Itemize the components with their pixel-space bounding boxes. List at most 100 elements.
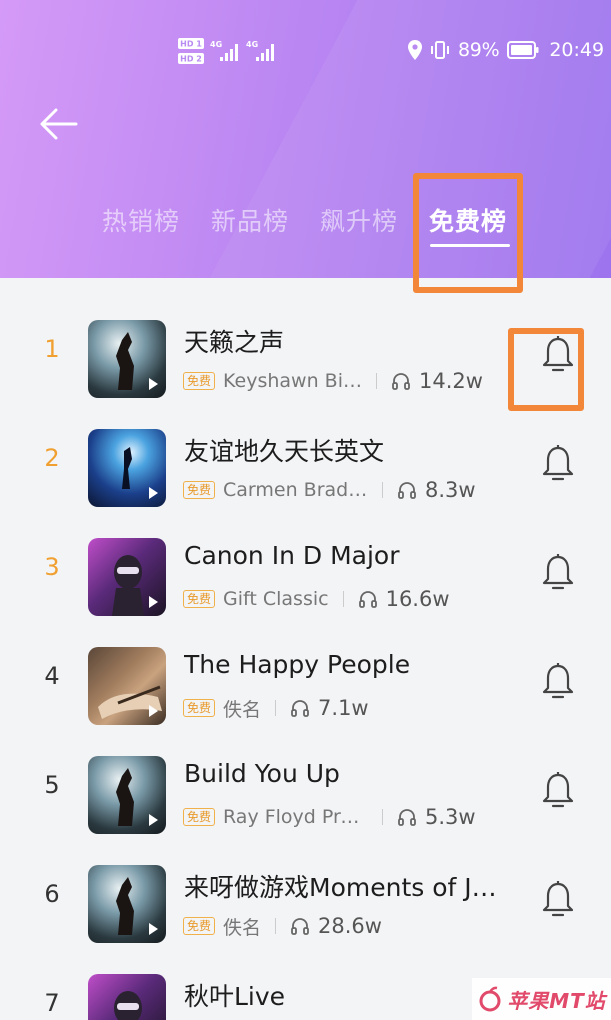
song-title: 天籁之声 <box>184 328 285 357</box>
play-count: 14.2w <box>391 369 483 393</box>
svg-text:HD 1: HD 1 <box>180 40 202 49</box>
cover-image <box>88 647 166 725</box>
free-badge: 免费 <box>183 481 216 499</box>
apple-logo-icon <box>479 986 501 1012</box>
cover-image <box>88 429 166 507</box>
song-meta: 免费 Ray Floyd Pro… 5.3w <box>183 804 476 830</box>
play-icon <box>149 378 158 390</box>
play-count: 28.6w <box>290 914 382 938</box>
svg-text:4G: 4G <box>210 40 222 49</box>
song-meta: 免费 Carmen Bradf… 8.3w <box>183 477 476 503</box>
headphones-icon <box>291 700 309 717</box>
list-item[interactable]: 5 Build You Up 免费 Ray Floyd Pro… 5.3w <box>0 741 611 850</box>
play-count-value: 16.6w <box>385 587 450 611</box>
signal-group: HD 1 HD 2 4G 4G <box>178 36 288 66</box>
svg-text:HD 2: HD 2 <box>180 55 202 64</box>
bell-icon <box>542 554 574 590</box>
cover-image <box>88 756 166 834</box>
song-title: 来呀做游戏Moments of J… <box>184 873 497 902</box>
play-count-value: 14.2w <box>418 369 483 393</box>
signal-1-icon: 4G <box>210 40 238 61</box>
battery-percent: 89% <box>458 39 500 61</box>
list-item[interactable]: 3 Canon In D Major 免费 Gift Classic 16.6w <box>0 523 611 632</box>
artist-name: 佚名 <box>223 698 262 721</box>
headphones-icon <box>398 482 416 499</box>
hd2-icon: HD 2 <box>178 53 204 64</box>
location-icon <box>408 40 422 60</box>
rank-number: 4 <box>44 662 60 690</box>
artist-name: 佚名 <box>223 916 262 939</box>
play-count: 5.3w <box>397 805 476 829</box>
highlight-box-tab <box>413 173 523 293</box>
list-item[interactable]: 6 来呀做游戏Moments of J… 免费 佚名 28.6w <box>0 850 611 959</box>
play-count-value: 5.3w <box>425 805 476 829</box>
vibrate-icon <box>431 41 449 59</box>
artist-name: Gift Classic <box>223 588 329 610</box>
song-title: 友谊地久天长英文 <box>184 437 385 466</box>
subscribe-button[interactable] <box>540 553 576 593</box>
play-icon <box>149 705 158 717</box>
subscribe-button[interactable] <box>540 771 576 811</box>
bell-icon <box>542 663 574 699</box>
tab-bestseller[interactable]: 热销榜 <box>102 202 180 238</box>
headphones-icon <box>398 809 416 826</box>
tab-rising[interactable]: 飙升榜 <box>320 202 398 238</box>
subscribe-button[interactable] <box>540 444 576 484</box>
back-button[interactable] <box>38 106 86 146</box>
play-count-value: 7.1w <box>318 696 369 720</box>
subscribe-button[interactable] <box>540 880 576 920</box>
rank-number: 6 <box>44 880 60 908</box>
free-badge: 免费 <box>183 590 216 608</box>
song-title: Canon In D Major <box>184 541 400 570</box>
song-meta: 免费 Keyshawn Bi… 14.2w <box>183 368 483 394</box>
rank-number: 5 <box>44 771 60 799</box>
bell-icon <box>542 881 574 917</box>
rank-number: 1 <box>44 335 60 363</box>
status-right: 89% 20:49 <box>408 38 604 62</box>
cover-image <box>88 974 166 1020</box>
headphones-icon <box>392 373 410 390</box>
rank-number: 2 <box>44 444 60 472</box>
headphones-icon <box>291 918 309 935</box>
free-badge: 免费 <box>183 699 216 717</box>
rank-number: 3 <box>44 553 60 581</box>
song-meta: 免费 佚名 7.1w <box>183 695 369 721</box>
song-title: The Happy People <box>184 650 411 679</box>
arrow-left-icon <box>40 108 78 140</box>
status-bar: HD 1 HD 2 4G 4G 89% 20:49 <box>0 30 611 70</box>
play-count: 7.1w <box>290 696 369 720</box>
play-icon <box>149 923 158 935</box>
svg-text:4G: 4G <box>246 40 258 49</box>
hd1-icon: HD 1 <box>178 38 204 49</box>
play-icon <box>149 814 158 826</box>
cover-image <box>88 865 166 943</box>
artist-name: Keyshawn Bi… <box>223 370 362 392</box>
artist-name: Ray Floyd Pro… <box>223 806 369 828</box>
play-count: 16.6w <box>358 587 450 611</box>
bell-icon <box>542 772 574 808</box>
headphones-icon <box>358 591 377 608</box>
list-item[interactable]: 2 友谊地久天长英文 免费 Carmen Bradf… 8.3w <box>0 414 611 523</box>
cover-image <box>88 320 166 398</box>
play-count-value: 28.6w <box>318 914 382 938</box>
play-icon <box>149 487 158 499</box>
clock: 20:49 <box>549 39 605 61</box>
play-count-value: 8.3w <box>425 478 476 502</box>
subscribe-button[interactable] <box>540 662 576 702</box>
rank-number: 7 <box>44 989 60 1017</box>
play-icon <box>149 596 158 608</box>
tab-new[interactable]: 新品榜 <box>211 202 289 238</box>
watermark-logo: 苹果MT站 <box>472 978 611 1020</box>
bell-icon <box>542 445 574 481</box>
artist-name: Carmen Bradf… <box>223 479 369 501</box>
battery-icon <box>507 41 539 59</box>
song-meta: 免费 Gift Classic 16.6w <box>183 586 450 612</box>
signal-2-icon: 4G <box>246 40 274 61</box>
song-meta: 免费 佚名 28.6w <box>183 913 382 939</box>
free-badge: 免费 <box>183 808 216 826</box>
free-badge: 免费 <box>183 917 216 935</box>
play-count: 8.3w <box>397 478 476 502</box>
free-badge: 免费 <box>183 372 216 390</box>
list-item[interactable]: 4 The Happy People 免费 佚名 7.1w <box>0 632 611 741</box>
song-title: Build You Up <box>184 759 340 788</box>
